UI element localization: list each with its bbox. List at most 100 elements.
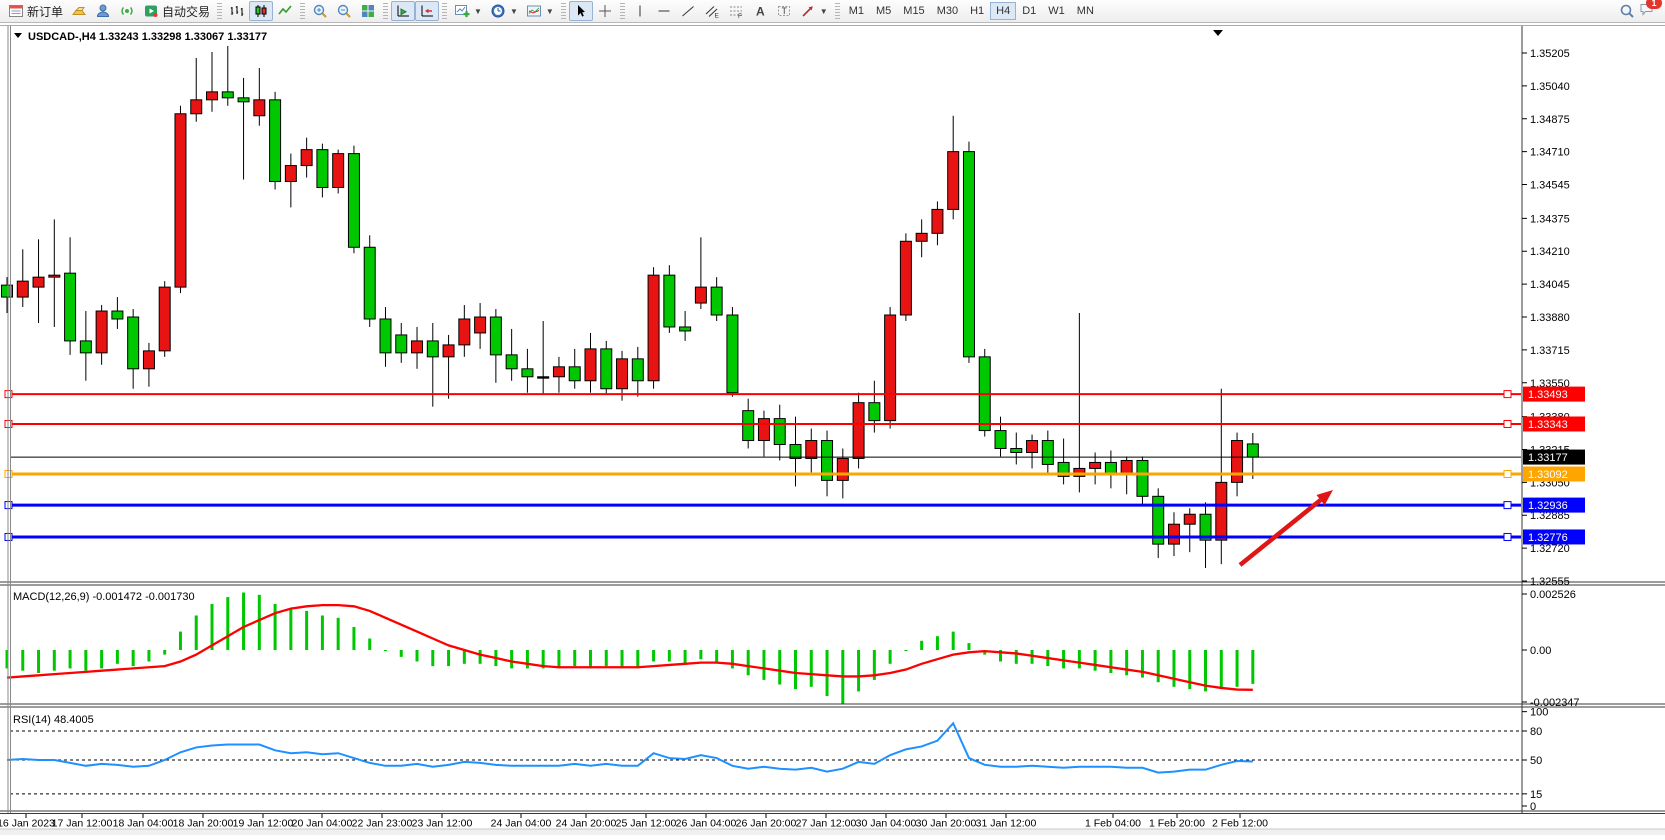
chart-line-button[interactable] <box>273 1 297 21</box>
macd-bar <box>794 650 797 689</box>
timeframe-M30[interactable]: M30 <box>931 2 964 20</box>
price-tick-label: 1.35040 <box>1530 81 1570 93</box>
toolbar-grip[interactable] <box>383 3 388 19</box>
chart-candles-button[interactable] <box>249 1 273 21</box>
macd-bar <box>967 643 970 650</box>
level-handle[interactable] <box>1504 471 1511 478</box>
arrows-button[interactable]: ▼ <box>796 1 832 21</box>
macd-bar <box>305 611 308 650</box>
level-handle[interactable] <box>1504 391 1511 398</box>
price-axis[interactable]: 1.352051.350401.348751.347101.345451.343… <box>1522 48 1585 813</box>
new-order-button[interactable]: 新订单 <box>4 1 67 21</box>
timeframe-W1[interactable]: W1 <box>1042 2 1071 20</box>
candle <box>900 233 911 321</box>
hline-button[interactable] <box>652 1 676 21</box>
candle <box>885 307 896 429</box>
chart-header: USDCAD-,H4 1.33243 1.33298 1.33067 1.331… <box>14 31 267 43</box>
account-button[interactable] <box>91 1 115 21</box>
candle <box>1200 502 1211 568</box>
macd-bar <box>762 650 765 680</box>
timeframe-M1[interactable]: M1 <box>843 2 870 20</box>
toolbar-grip[interactable] <box>620 3 625 19</box>
chart-window[interactable]: 1.352051.350401.348751.347101.345451.343… <box>0 23 1665 835</box>
trend-arrow[interactable] <box>1240 490 1333 565</box>
time-tick-label: 20 Jan 04:00 <box>292 818 353 830</box>
macd-bar <box>431 650 434 666</box>
level-handle[interactable] <box>1504 420 1511 427</box>
channel-button[interactable]: E <box>700 1 724 21</box>
timeframe-M5[interactable]: M5 <box>870 2 897 20</box>
time-tick-label: 19 Jan 12:00 <box>233 818 294 830</box>
text-button[interactable]: A <box>748 1 772 21</box>
macd-bar <box>936 636 939 650</box>
chart-shift-button[interactable] <box>415 1 439 21</box>
macd-bar <box>557 650 560 668</box>
trendline-button[interactable] <box>676 1 700 21</box>
timeframe-MN[interactable]: MN <box>1071 2 1100 20</box>
period-button[interactable]: ▼ <box>486 1 522 21</box>
price-tick-label: 1.33880 <box>1530 312 1570 324</box>
chart-bars-button[interactable] <box>225 1 249 21</box>
timeframe-M15[interactable]: M15 <box>897 2 930 20</box>
auto-scroll-button[interactable] <box>391 1 415 21</box>
market-watch-button[interactable] <box>67 1 91 21</box>
candle <box>238 78 249 180</box>
candle <box>1153 488 1164 558</box>
price-tick-label: 1.34045 <box>1530 279 1570 291</box>
new-chart-button[interactable]: ▼ <box>450 1 486 21</box>
panel-borders <box>0 26 1665 814</box>
candle <box>301 138 312 178</box>
macd-bar <box>1220 650 1223 689</box>
status-strip <box>0 829 1665 835</box>
vline-button[interactable] <box>628 1 652 21</box>
cursor-button[interactable] <box>569 1 593 21</box>
time-tick-label: 1 Feb 04:00 <box>1085 818 1141 830</box>
signal-button[interactable] <box>115 1 139 21</box>
candle <box>790 417 801 487</box>
timeframe-bar: M1M5M15M30H1H4D1W1MN <box>843 2 1100 20</box>
new-order-icon <box>8 3 24 19</box>
crosshair-button[interactable] <box>593 1 617 21</box>
fibonacci-icon: F <box>728 3 744 19</box>
toolbar-grip[interactable] <box>442 3 447 19</box>
level-lines[interactable] <box>5 391 1521 541</box>
template-button[interactable]: ▼ <box>522 1 558 21</box>
chart-shift-icon <box>419 3 435 19</box>
toolbar-grip[interactable] <box>835 3 840 19</box>
text-label-button[interactable]: T <box>772 1 796 21</box>
macd-bar <box>258 595 261 650</box>
autotrade-button[interactable]: 自动交易 <box>139 1 214 21</box>
macd-bar <box>699 650 702 659</box>
macd-bar <box>1094 650 1097 671</box>
timeframe-H1[interactable]: H1 <box>964 2 990 20</box>
level-handle[interactable] <box>1504 533 1511 540</box>
macd-bar <box>321 616 324 651</box>
timeframe-D1[interactable]: D1 <box>1016 2 1042 20</box>
svg-text:E: E <box>714 13 719 20</box>
candle <box>396 323 407 363</box>
zoom-out-button[interactable] <box>332 1 356 21</box>
macd-bar <box>195 616 198 651</box>
tile-windows-button[interactable] <box>356 1 380 21</box>
toolbar-grip[interactable] <box>300 3 305 19</box>
shift-marker-icon[interactable] <box>1213 30 1223 36</box>
candle <box>806 429 817 473</box>
candle <box>380 307 391 367</box>
price-tick-label: 1.32555 <box>1530 576 1570 588</box>
zoom-in-button[interactable] <box>308 1 332 21</box>
macd-bar <box>810 650 813 687</box>
fibonacci-button[interactable]: F <box>724 1 748 21</box>
toolbar-grip[interactable] <box>217 3 222 19</box>
toolbar-grip[interactable] <box>561 3 566 19</box>
chat-button[interactable]: 1 <box>1639 1 1655 22</box>
timeframe-H4[interactable]: H4 <box>990 2 1016 20</box>
macd-bar <box>337 618 340 650</box>
time-axis[interactable]: 16 Jan 202317 Jan 12:0018 Jan 04:0018 Ja… <box>0 814 1268 830</box>
search-button[interactable] <box>1615 1 1639 21</box>
level-handle[interactable] <box>1504 502 1511 509</box>
crosshair-icon <box>597 3 613 19</box>
new-order-label: 新订单 <box>27 3 63 20</box>
candle <box>112 297 123 329</box>
candle <box>995 417 1006 457</box>
chart-canvas[interactable]: 1.352051.350401.348751.347101.345451.343… <box>0 23 1665 835</box>
